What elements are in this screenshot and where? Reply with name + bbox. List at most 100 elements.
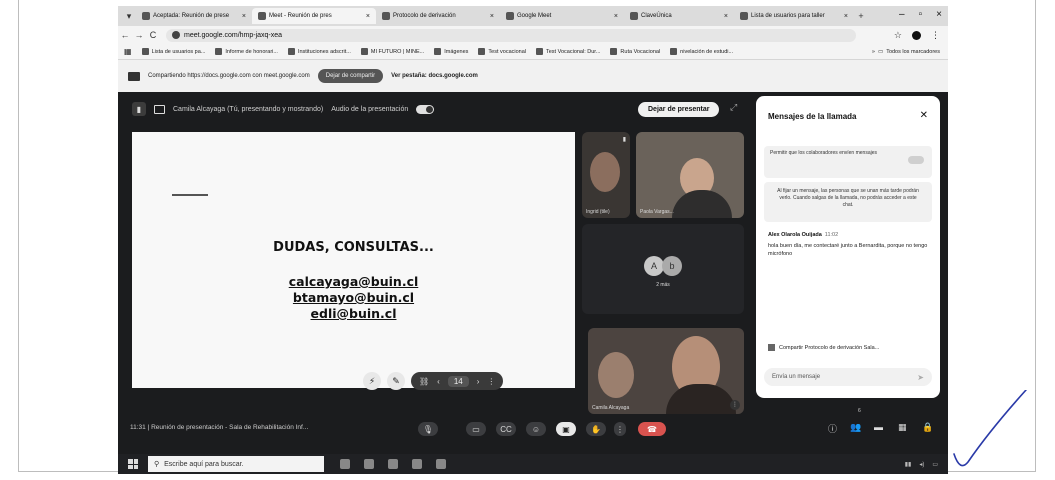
participant-tile[interactable]: ⋮ Camila Alcayaga bbox=[588, 328, 744, 414]
activities-icon[interactable]: ▦ bbox=[898, 422, 907, 433]
present-button[interactable]: ▣ bbox=[556, 422, 576, 436]
close-tab-icon[interactable]: × bbox=[366, 13, 370, 20]
laser-pointer-icon[interactable]: ⚡ bbox=[363, 372, 381, 390]
tab-lista-usuarios[interactable]: Lista de usuarios para taller × bbox=[734, 8, 854, 24]
participant-tile-group[interactable]: A b 2 más bbox=[582, 224, 744, 314]
participant-video bbox=[598, 352, 634, 398]
tab-aceptada[interactable]: Aceptada: Reunión de prese × bbox=[136, 8, 252, 24]
mic-button[interactable]: 🎙 bbox=[418, 422, 438, 436]
sheets-icon bbox=[141, 48, 149, 55]
volume-icon[interactable]: ◂) bbox=[919, 461, 924, 468]
prev-slide-icon[interactable]: ‹ bbox=[437, 377, 440, 386]
all-bookmarks[interactable]: » ▭ Todos los marcadores bbox=[872, 49, 948, 55]
forward-icon[interactable]: → bbox=[132, 30, 146, 40]
hang-up-button[interactable]: ☎ bbox=[638, 422, 666, 436]
more-icon[interactable]: ⋮ bbox=[487, 377, 495, 386]
url-field[interactable]: meet.google.com/hmp-jaxq-xea bbox=[166, 28, 856, 42]
message-input[interactable]: Envía un mensaje ➤ bbox=[764, 368, 932, 386]
chrome-icon[interactable] bbox=[388, 459, 398, 469]
app-icon[interactable] bbox=[412, 459, 422, 469]
bookmark-item[interactable]: Imágenes bbox=[434, 48, 468, 55]
bookmark-item[interactable]: Lista de usuarios pa... bbox=[141, 48, 205, 55]
maximize-icon[interactable]: ▫ bbox=[919, 9, 923, 20]
people-icon[interactable]: 👥 bbox=[850, 422, 861, 433]
app-icon[interactable] bbox=[436, 459, 446, 469]
tab-google-meet[interactable]: Google Meet × bbox=[500, 8, 624, 24]
bookmark-item[interactable]: Test vocacional bbox=[478, 48, 526, 55]
taskbar-search[interactable]: ⚲ Escribe aquí para buscar. bbox=[148, 456, 324, 472]
bookmark-item[interactable]: Test Vocacional: Dur... bbox=[536, 48, 600, 55]
minimize-icon[interactable]: – bbox=[899, 9, 905, 20]
permission-text: Permitir que los colaboradores envíen me… bbox=[770, 150, 877, 156]
site-info-icon[interactable] bbox=[172, 31, 180, 39]
bookmark-item[interactable]: Ruta Vocacional bbox=[610, 48, 660, 55]
bookmark-item[interactable]: Instituciones adscrit... bbox=[287, 48, 351, 55]
host-controls-icon[interactable]: 🔒 bbox=[922, 422, 933, 433]
windows-start-icon[interactable] bbox=[128, 459, 138, 469]
address-bar: ← → C meet.google.com/hmp-jaxq-xea ☆ ⋮ bbox=[118, 26, 948, 44]
bookmark-item[interactable]: MI FUTURO | MINE... bbox=[360, 48, 424, 55]
raise-hand-button[interactable]: ✋ bbox=[586, 422, 606, 436]
apps-grid-icon[interactable]: ▦ bbox=[124, 47, 132, 56]
reload-icon[interactable]: C bbox=[146, 30, 160, 40]
more-options-button[interactable]: ⋮ bbox=[614, 422, 626, 436]
all-bookmarks-label: Todos los marcadores bbox=[886, 48, 940, 55]
message-sender: Alex Olarola Ouijada 11:02 bbox=[768, 232, 838, 238]
back-icon[interactable]: ← bbox=[118, 30, 132, 40]
close-tab-icon[interactable]: × bbox=[844, 13, 848, 20]
annotate-icon[interactable]: ✎ bbox=[387, 372, 405, 390]
close-window-icon[interactable]: × bbox=[936, 9, 942, 20]
next-slide-icon[interactable]: › bbox=[477, 377, 480, 386]
captions-button[interactable]: CC bbox=[496, 422, 516, 436]
task-view-icon[interactable] bbox=[340, 459, 350, 469]
tab-claveunica[interactable]: ClaveÚnica × bbox=[624, 8, 734, 24]
search-placeholder: Escribe aquí para buscar. bbox=[164, 460, 244, 468]
tab-search-icon[interactable]: ▾ bbox=[122, 11, 136, 22]
participant-tile[interactable]: ▮ Ingrid (tile) bbox=[582, 132, 630, 218]
close-tab-icon[interactable]: × bbox=[614, 13, 618, 20]
view-tab-link[interactable]: Ver pestaña: docs.google.com bbox=[391, 73, 478, 79]
pinned-link[interactable]: Compartir Protocolo de derivación Sala..… bbox=[768, 344, 879, 351]
more-options-icon[interactable]: ⋮ bbox=[730, 400, 740, 410]
tab-meet[interactable]: Meet - Reunión de pres × bbox=[252, 8, 376, 24]
notification-icon[interactable]: ▭ bbox=[932, 461, 938, 468]
app-icon[interactable] bbox=[364, 459, 374, 469]
participant-name: Ingrid (tile) bbox=[586, 209, 610, 215]
audio-toggle[interactable] bbox=[416, 104, 435, 114]
chevron-right-icon: » bbox=[871, 48, 875, 55]
stop-presenting-button[interactable]: Dejar de presentar bbox=[638, 102, 720, 117]
doc-icon bbox=[768, 344, 775, 351]
camera-button[interactable]: ▭ bbox=[466, 422, 486, 436]
tab-protocolo[interactable]: Protocolo de derivación × bbox=[376, 8, 500, 24]
site-icon bbox=[536, 48, 543, 55]
send-icon[interactable]: ➤ bbox=[917, 373, 924, 382]
profile-icon[interactable] bbox=[912, 30, 921, 40]
link-icon[interactable]: ⛓ bbox=[419, 377, 429, 386]
presentation-header: ▮ Camila Alcayaga (Tú, presentando y mos… bbox=[132, 102, 435, 116]
bookmark-item[interactable]: Informe de honorari... bbox=[215, 48, 278, 55]
network-icon[interactable]: ▮▮ bbox=[905, 461, 912, 468]
side-panel-icon[interactable]: ▮ bbox=[132, 102, 146, 116]
emoji-button[interactable]: ☺ bbox=[526, 422, 546, 436]
slide-navigator: ⛓ ‹ 14 › ⋮ bbox=[411, 372, 504, 390]
chat-icon[interactable]: ▬ bbox=[874, 422, 883, 432]
pin-icon[interactable]: ⤢ bbox=[730, 102, 737, 113]
participant-tile[interactable]: Paola Vargas... bbox=[636, 132, 744, 218]
new-tab-icon[interactable]: + bbox=[854, 11, 868, 21]
menu-dots-icon[interactable]: ⋮ bbox=[931, 30, 940, 41]
close-tab-icon[interactable]: × bbox=[724, 13, 728, 20]
close-tab-icon[interactable]: × bbox=[490, 13, 494, 20]
bookmark-star-icon[interactable]: ☆ bbox=[894, 30, 902, 41]
bookmark-label: Imágenes bbox=[444, 48, 469, 55]
google-icon bbox=[434, 48, 442, 55]
message-text: hola buen día, me contectaré junto a Ber… bbox=[768, 243, 928, 257]
info-icon[interactable]: ⓘ bbox=[828, 422, 837, 435]
browser-window: ▾ Aceptada: Reunión de prese × Meet - Re… bbox=[118, 6, 948, 474]
permission-toggle[interactable] bbox=[908, 156, 924, 164]
stop-sharing-button[interactable]: Dejar de compartir bbox=[317, 69, 384, 83]
meet-area: ▮ Camila Alcayaga (Tú, presentando y mos… bbox=[118, 92, 948, 454]
tab-label: Protocolo de derivación bbox=[393, 13, 456, 19]
bookmark-item[interactable]: nivelación de estudi... bbox=[670, 48, 733, 55]
close-icon[interactable]: ✕ bbox=[920, 110, 928, 121]
close-tab-icon[interactable]: × bbox=[242, 13, 246, 20]
